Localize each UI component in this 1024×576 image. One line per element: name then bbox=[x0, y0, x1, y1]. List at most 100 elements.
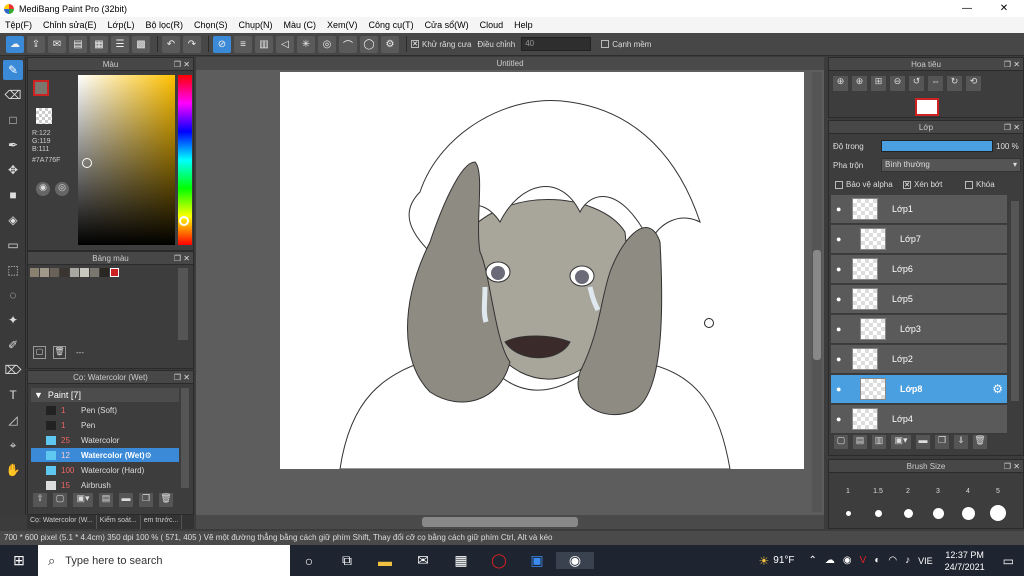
panel-close-icon[interactable]: ❐ ✕ bbox=[1004, 58, 1020, 71]
tab-control[interactable]: Kiểm soát... bbox=[97, 515, 141, 529]
flip-icon[interactable]: ⇔ bbox=[928, 76, 943, 91]
palette-swatch[interactable] bbox=[100, 268, 109, 277]
brush-item[interactable]: 1 Pen bbox=[31, 418, 179, 432]
rotate-right-icon[interactable]: ↻ bbox=[947, 76, 962, 91]
new-8bit-layer-icon[interactable]: ▥ bbox=[872, 435, 886, 449]
network-icon[interactable]: ◐ bbox=[874, 555, 880, 566]
language-indicator[interactable]: VIE bbox=[918, 556, 933, 566]
brush-size-dot[interactable] bbox=[923, 503, 953, 523]
palette-swatch[interactable] bbox=[30, 268, 39, 277]
panel-close-icon[interactable]: ❐ ✕ bbox=[1004, 460, 1020, 473]
delete-brush-icon[interactable]: 🗑 bbox=[159, 493, 173, 507]
eyedropper-icon[interactable]: ⌖ bbox=[3, 435, 23, 455]
select-pen-icon[interactable]: ✐ bbox=[3, 335, 23, 355]
clock[interactable]: 12:37 PM 24/7/2021 bbox=[945, 549, 985, 573]
store-icon[interactable]: ▦ bbox=[442, 552, 480, 569]
menu-tools[interactable]: Công cụ(T) bbox=[369, 20, 414, 30]
hand-tool-icon[interactable]: ✋ bbox=[3, 460, 23, 480]
menu-cloud[interactable]: Cloud bbox=[480, 20, 504, 30]
snap-ellipse-icon[interactable]: ◯ bbox=[360, 35, 378, 53]
zoom-out-icon[interactable]: ⊖ bbox=[890, 76, 905, 91]
new-brush-icon[interactable]: ▢ bbox=[53, 493, 67, 507]
zoom-in-icon[interactable]: ⊕ bbox=[833, 76, 848, 91]
layer-folder-icon[interactable]: ▬ bbox=[916, 435, 930, 449]
medibang-taskbar-icon[interactable]: ◉ bbox=[556, 552, 594, 569]
layer-row[interactable]: ● Lớp4 bbox=[831, 405, 1007, 434]
palette-swatch[interactable] bbox=[110, 268, 119, 277]
palette-swatch[interactable] bbox=[40, 268, 49, 277]
saturation-value-picker[interactable] bbox=[78, 75, 175, 245]
share-icon[interactable]: ⇪ bbox=[27, 35, 45, 53]
palette-swatch[interactable] bbox=[80, 268, 89, 277]
bucket-tool-icon[interactable]: ◈ bbox=[3, 210, 23, 230]
settings-icon[interactable]: ⚙ bbox=[381, 35, 399, 53]
notification-icon[interactable]: ▭ bbox=[1003, 554, 1014, 568]
layer-row[interactable]: ● Lớp1 bbox=[831, 195, 1007, 224]
snap-parallel-icon[interactable]: ≡ bbox=[234, 35, 252, 53]
brush-size-option[interactable]: 3 bbox=[923, 476, 953, 500]
merge-layer-icon[interactable]: ⇓ bbox=[954, 435, 968, 449]
brush-size-dot[interactable] bbox=[893, 503, 923, 523]
palette-scrollbar[interactable] bbox=[178, 268, 188, 340]
visibility-eye-icon[interactable]: ● bbox=[836, 324, 846, 334]
snap-vanish-icon[interactable]: ◁ bbox=[276, 35, 294, 53]
move-tool-icon[interactable]: ✥ bbox=[3, 160, 23, 180]
layer-row[interactable]: ● Lớp5 bbox=[831, 285, 1007, 314]
tab-brush[interactable]: Cọ: Watercolor (W... bbox=[27, 515, 97, 529]
blend-mode-select[interactable]: Bình thường ▾ bbox=[881, 158, 1021, 172]
cloud-icon[interactable]: ☁ bbox=[6, 35, 24, 53]
page-icon[interactable]: ▦ bbox=[90, 35, 108, 53]
brush-item[interactable]: 1 Pen (Soft) bbox=[31, 403, 179, 417]
menu-file[interactable]: Tệp(F) bbox=[5, 20, 32, 30]
layer-row[interactable]: ● Lớp3 bbox=[831, 315, 1007, 344]
snap-circle-icon[interactable]: ◎ bbox=[318, 35, 336, 53]
antialias-checkbox[interactable]: ✕ Khử răng cưa bbox=[411, 40, 471, 49]
gradient-tool-icon[interactable]: ▭ bbox=[3, 235, 23, 255]
layer-settings-icon[interactable]: ⚙ bbox=[992, 382, 1003, 396]
brush-size-option[interactable]: 2 bbox=[893, 476, 923, 500]
palette-icon[interactable]: ◉ bbox=[36, 182, 50, 196]
onedrive-icon[interactable]: ☁ bbox=[825, 555, 835, 566]
color-picker-cursor[interactable] bbox=[82, 158, 92, 168]
redo-icon[interactable]: ↷ bbox=[183, 35, 201, 53]
menu-snap[interactable]: Chụp(N) bbox=[239, 20, 273, 30]
background-color-swatch[interactable] bbox=[36, 108, 52, 124]
tray-app-icon[interactable]: ◉ bbox=[843, 555, 852, 566]
hue-slider-knob[interactable] bbox=[179, 216, 189, 226]
lasso-tool-icon[interactable]: ◌ bbox=[3, 285, 23, 305]
undo-icon[interactable]: ↶ bbox=[162, 35, 180, 53]
visibility-eye-icon[interactable]: ● bbox=[836, 384, 846, 394]
palette-add-icon[interactable]: ◎ bbox=[55, 182, 69, 196]
document-tab[interactable]: Untitled bbox=[196, 57, 824, 70]
mail-icon[interactable]: ✉ bbox=[404, 552, 442, 569]
list-icon[interactable]: ☰ bbox=[111, 35, 129, 53]
duplicate-layer-icon[interactable]: ❐ bbox=[935, 435, 949, 449]
correction-select[interactable]: 40 bbox=[521, 37, 592, 51]
layer-row[interactable]: ● Lớp2 bbox=[831, 345, 1007, 374]
brush-size-dot[interactable] bbox=[983, 503, 1013, 523]
grid-icon[interactable]: ▩ bbox=[132, 35, 150, 53]
brush-menu-icon[interactable]: ▣▾ bbox=[73, 493, 93, 507]
palette-swatch[interactable] bbox=[70, 268, 79, 277]
cortana-icon[interactable]: ○ bbox=[290, 553, 328, 569]
opera-icon[interactable]: ◯ bbox=[480, 552, 518, 569]
brush-scrollbar[interactable] bbox=[181, 388, 189, 488]
tab-preview[interactable]: em trước... bbox=[141, 515, 183, 529]
brush-size-option[interactable]: 5 bbox=[983, 476, 1013, 500]
reset-icon[interactable]: ⟲ bbox=[966, 76, 981, 91]
close-button[interactable]: ✕ bbox=[987, 0, 1021, 17]
menu-view[interactable]: Xem(V) bbox=[327, 20, 358, 30]
lock-checkbox[interactable]: Khóa bbox=[965, 180, 995, 189]
foreground-color-swatch[interactable] bbox=[33, 80, 49, 96]
brush-item[interactable]: 25 Watercolor bbox=[31, 433, 179, 447]
horizontal-scroll-thumb[interactable] bbox=[422, 517, 578, 527]
maximize-button[interactable] bbox=[953, 0, 987, 17]
drawing-canvas[interactable] bbox=[280, 72, 804, 470]
brush-size-option[interactable]: 1 bbox=[833, 476, 863, 500]
visibility-eye-icon[interactable]: ● bbox=[836, 204, 846, 214]
zoom-icon[interactable]: ▣ bbox=[518, 552, 556, 569]
select-tool-icon[interactable]: ⬚ bbox=[3, 260, 23, 280]
weather-icon[interactable]: ☀ bbox=[759, 554, 770, 568]
brush-item[interactable]: 15 Airbrush bbox=[31, 478, 179, 492]
navigator-thumbnail[interactable] bbox=[915, 98, 939, 116]
